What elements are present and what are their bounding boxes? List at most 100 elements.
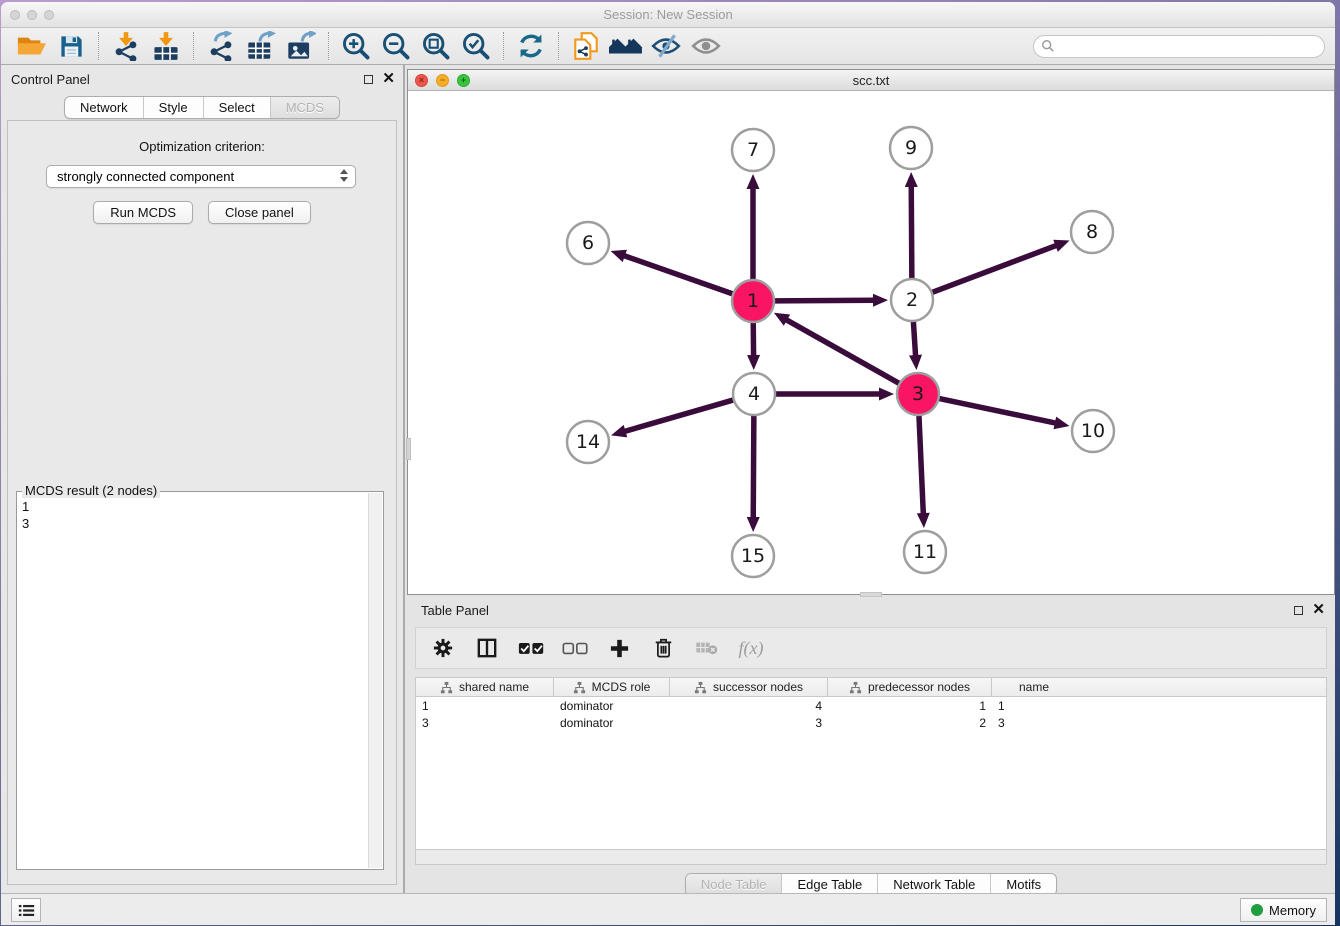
open-session-button[interactable] (11, 30, 51, 62)
search-input[interactable] (1033, 35, 1325, 58)
criterion-dropdown[interactable]: strongly connected component (46, 165, 356, 188)
hide-selected-button[interactable] (646, 30, 686, 62)
column-header-shared-name[interactable]: shared name (416, 678, 554, 696)
export-image-icon (286, 31, 316, 61)
graph-edge-2-8[interactable] (931, 245, 1058, 293)
control-panel-header: Control Panel ✕ (1, 65, 403, 93)
graph-edge-3-1[interactable] (785, 319, 900, 384)
graph-edge-1-6[interactable] (623, 255, 734, 294)
zoom-fit-button[interactable] (416, 30, 456, 62)
graph-edge-3-10[interactable] (938, 398, 1057, 423)
cell-mcds-role[interactable]: dominator (554, 699, 670, 713)
select-all-button[interactable] (514, 632, 548, 664)
table-toolbar: f(x) (415, 627, 1327, 669)
cell-name[interactable]: 1 (992, 699, 1076, 713)
column-header-successor-nodes[interactable]: successor nodes (670, 678, 828, 696)
graph-edge-1-2[interactable] (773, 300, 875, 301)
function-builder-button[interactable]: f(x) (734, 632, 768, 664)
tab-network-table[interactable]: Network Table (877, 874, 990, 895)
delete-table-button[interactable] (690, 632, 724, 664)
status-bar: Memory (1, 893, 1335, 925)
zoom-selected-button[interactable] (456, 30, 496, 62)
tab-edge-table[interactable]: Edge Table (781, 874, 877, 895)
cell-name[interactable]: 3 (992, 716, 1076, 730)
dropdown-stepper-icon (340, 169, 348, 182)
close-panel-button[interactable]: Close panel (208, 201, 311, 224)
node-table: shared name MCDS role (415, 677, 1327, 849)
cell-shared-name[interactable]: 1 (416, 699, 554, 713)
graph-node-label: 11 (913, 541, 937, 563)
control-panel-title: Control Panel (11, 72, 90, 87)
graph-node-label: 8 (1086, 221, 1098, 243)
export-network-button[interactable] (201, 30, 241, 62)
add-row-button[interactable] (602, 632, 636, 664)
tab-mcds[interactable]: MCDS (270, 97, 339, 118)
deselect-all-button[interactable] (558, 632, 592, 664)
column-header-name[interactable]: name (992, 678, 1076, 696)
criterion-value: strongly connected component (57, 169, 234, 184)
zoom-in-icon (341, 31, 371, 61)
fx-icon: f(x) (739, 638, 764, 659)
import-network-button[interactable] (106, 30, 146, 62)
close-panel-icon[interactable]: ✕ (1312, 605, 1325, 615)
memory-label: Memory (1269, 903, 1316, 918)
open-network-file-button[interactable] (566, 30, 606, 62)
close-panel-icon[interactable]: ✕ (382, 74, 395, 84)
result-scrollbar[interactable] (368, 493, 382, 868)
graph-node-label: 1 (747, 290, 759, 312)
splitter-handle[interactable] (406, 438, 411, 460)
table-row[interactable]: 1 dominator 4 1 1 (416, 697, 1326, 714)
graph-edge-arrowhead (611, 250, 627, 262)
graph-edge-2-9[interactable] (911, 185, 912, 280)
zoom-fit-icon (421, 31, 451, 61)
cell-predecessor-nodes[interactable]: 2 (828, 716, 992, 730)
zoom-selected-icon (461, 31, 491, 61)
table-horizontal-scrollbar[interactable] (415, 849, 1327, 865)
delete-row-button[interactable] (646, 632, 680, 664)
tab-network[interactable]: Network (65, 97, 143, 118)
home-view-button[interactable] (606, 30, 646, 62)
float-panel-icon[interactable] (364, 75, 373, 84)
main-toolbar (1, 28, 1335, 65)
cell-successor-nodes[interactable]: 3 (670, 716, 828, 730)
cell-shared-name[interactable]: 3 (416, 716, 554, 730)
show-columns-button[interactable] (470, 632, 504, 664)
export-image-button[interactable] (281, 30, 321, 62)
tab-node-table[interactable]: Node Table (686, 874, 782, 895)
graph-edge-3-11[interactable] (919, 414, 923, 515)
graph-edge-arrowhead (905, 172, 918, 187)
column-header-mcds-role[interactable]: MCDS role (554, 678, 670, 696)
toolbar-separator (193, 32, 194, 60)
tab-style[interactable]: Style (143, 97, 203, 118)
refresh-view-button[interactable] (511, 30, 551, 62)
graph-edge-4-15[interactable] (753, 414, 754, 519)
tab-select[interactable]: Select (203, 97, 270, 118)
network-graph[interactable]: 7968124314101511 (408, 92, 1334, 594)
main-area: Control Panel ✕ Network Style Select MCD… (1, 65, 1335, 893)
search-icon (1041, 39, 1055, 53)
float-panel-icon[interactable] (1294, 606, 1303, 615)
zoom-in-button[interactable] (336, 30, 376, 62)
folder-open-icon (16, 33, 46, 59)
save-session-button[interactable] (51, 30, 91, 62)
cell-predecessor-nodes[interactable]: 1 (828, 699, 992, 713)
memory-button[interactable]: Memory (1240, 898, 1327, 922)
zoom-out-button[interactable] (376, 30, 416, 62)
column-settings-button[interactable] (426, 632, 460, 664)
graph-edge-4-14[interactable] (624, 400, 735, 432)
titlebar: Session: New Session (1, 2, 1335, 28)
mcds-result-line: 1 (22, 498, 381, 515)
column-header-predecessor-nodes[interactable]: predecessor nodes (828, 678, 992, 696)
graph-edge-2-3[interactable] (913, 320, 915, 357)
gear-icon (433, 638, 453, 658)
run-mcds-button[interactable]: Run MCDS (93, 201, 193, 224)
table-row[interactable]: 3 dominator 3 2 3 (416, 714, 1326, 731)
network-canvas[interactable]: 7968124314101511 (408, 92, 1334, 594)
cell-mcds-role[interactable]: dominator (554, 716, 670, 730)
export-table-button[interactable] (241, 30, 281, 62)
cell-successor-nodes[interactable]: 4 (670, 699, 828, 713)
task-history-button[interactable] (11, 898, 41, 922)
tab-motifs[interactable]: Motifs (990, 874, 1056, 895)
import-table-button[interactable] (146, 30, 186, 62)
show-all-button[interactable] (686, 30, 726, 62)
